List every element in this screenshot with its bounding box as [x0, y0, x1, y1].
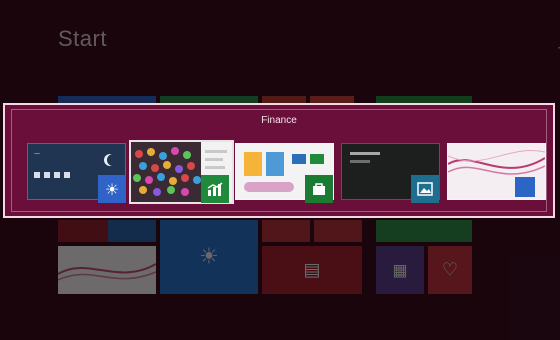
health-icon: ♡ [441, 259, 459, 281]
weather-forecast-row [34, 172, 79, 184]
finance-icon [201, 175, 229, 203]
games-icon: ▦ [392, 260, 408, 280]
picture-glyph [417, 182, 433, 196]
tile-desktop[interactable] [58, 246, 156, 294]
start-title: Start [58, 26, 107, 51]
tile-red-1[interactable] [262, 220, 310, 242]
photos-thumb-header [350, 152, 380, 155]
photos-icon [411, 175, 439, 203]
start-screen: Start J ☀ ▤ ▦ ♡ Finance — [0, 0, 560, 340]
app-switcher-label: Finance [261, 115, 297, 126]
store-item-3 [292, 154, 306, 164]
finance-chart-glyph [207, 182, 223, 196]
tile-games[interactable]: ▦ [376, 246, 424, 294]
store-icon [305, 175, 333, 203]
store-item-4 [310, 154, 324, 164]
desktop-wallpaper-swirl [58, 263, 156, 281]
weather-icon: ☀ [98, 175, 126, 203]
store-item-1 [244, 152, 262, 176]
tile-green[interactable] [376, 220, 472, 242]
tile-weather[interactable]: ☀ [160, 220, 258, 294]
photos-thumb-line [350, 160, 370, 163]
store-item-2 [266, 152, 284, 176]
news-icon: ▤ [303, 259, 321, 281]
weather-thumb-text: — [34, 150, 40, 157]
app-switcher: Finance — ☀ [3, 103, 555, 218]
tile-health[interactable]: ♡ [428, 246, 472, 294]
moon-icon [107, 154, 119, 166]
tile-red-2[interactable] [314, 220, 362, 242]
sun-icon: ☀ [199, 244, 219, 270]
store-banner [244, 182, 294, 192]
shopping-bag-glyph [313, 183, 325, 195]
tile-blue-small[interactable] [108, 220, 156, 242]
desktop-icon [515, 177, 535, 197]
tile-news[interactable]: ▤ [262, 246, 362, 294]
